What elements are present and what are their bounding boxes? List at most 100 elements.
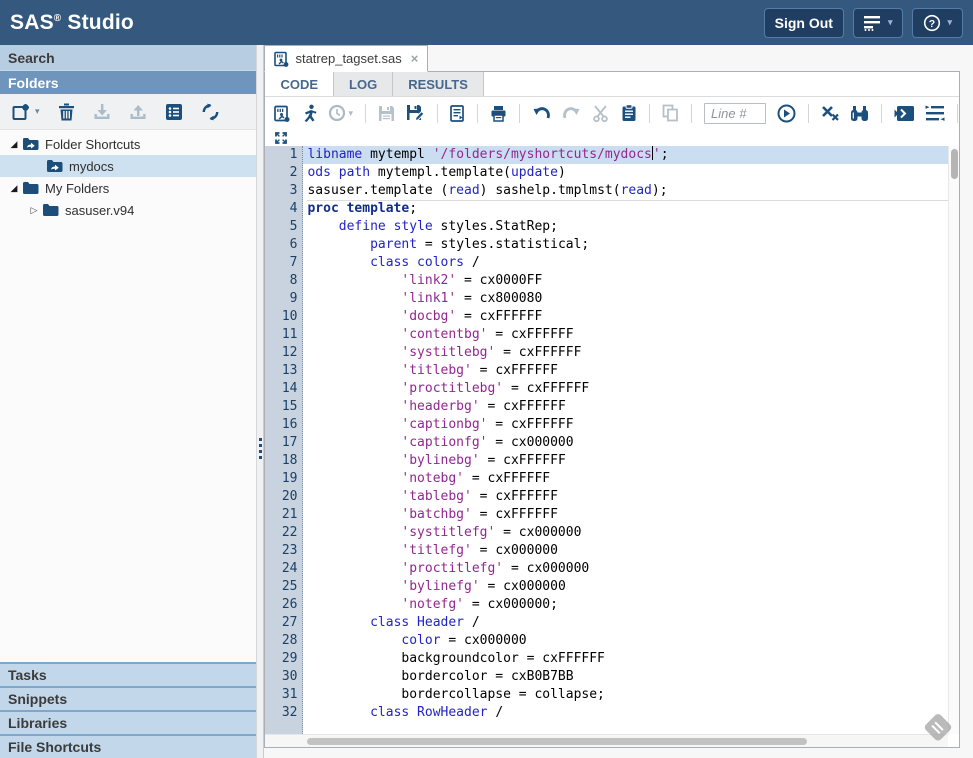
code-line-21[interactable]: 'batchbg' = cxFFFFFF xyxy=(307,506,948,524)
properties-button[interactable] xyxy=(165,103,183,121)
copy-button[interactable] xyxy=(662,104,679,122)
code-line-28[interactable]: color = cx000000 xyxy=(307,632,948,650)
submission-history-button[interactable]: ▾ xyxy=(328,104,353,122)
program-icon xyxy=(274,51,289,67)
redo-button[interactable] xyxy=(562,105,581,122)
application-menu-button[interactable]: ▾ xyxy=(853,8,904,38)
print-preview-button[interactable] xyxy=(450,105,465,122)
vertical-scrollbar[interactable] xyxy=(948,146,959,734)
close-icon[interactable]: × xyxy=(411,51,419,66)
format-code-button[interactable] xyxy=(925,105,945,122)
upload-button[interactable] xyxy=(129,103,147,121)
tree-item-my-folders[interactable]: ◢ My Folders xyxy=(0,177,256,199)
tab-code[interactable]: CODE xyxy=(265,72,334,96)
code-line-22[interactable]: 'systitlefg' = cx000000 xyxy=(307,524,948,542)
sign-out-button[interactable]: Sign Out xyxy=(764,8,844,38)
cut-button[interactable] xyxy=(592,105,610,122)
expand-icon[interactable]: ▷ xyxy=(28,205,40,216)
code-line-23[interactable]: 'titlefg' = cx000000 xyxy=(307,542,948,560)
code-line-32[interactable]: class RowHeader / xyxy=(307,704,948,722)
code-line-26[interactable]: 'notefg' = cx000000; xyxy=(307,596,948,614)
batch-submit-icon xyxy=(894,105,914,122)
delete-button[interactable] xyxy=(58,103,75,121)
tree-item-label: Folder Shortcuts xyxy=(45,137,140,152)
tree-item-mydocs[interactable]: mydocs xyxy=(0,155,256,177)
find-replace-button[interactable] xyxy=(850,105,869,122)
section-tasks[interactable]: Tasks xyxy=(0,662,256,686)
code-line-17[interactable]: 'captionfg' = cx000000 xyxy=(307,434,948,452)
code-line-2[interactable]: ods path mytempl.template(update) xyxy=(307,164,948,182)
section-libraries[interactable]: Libraries xyxy=(0,710,256,734)
code-line-3[interactable]: sasuser.template (read) sashelp.tmplmst(… xyxy=(307,182,948,200)
horizontal-scrollbar[interactable] xyxy=(265,734,948,747)
splitter-grip-icon xyxy=(259,435,262,462)
scrollbar-thumb[interactable] xyxy=(307,738,807,745)
goto-line-button[interactable] xyxy=(777,104,796,123)
new-button[interactable]: ▾ xyxy=(12,103,40,121)
code-line-20[interactable]: 'tablebg' = cxFFFFFF xyxy=(307,488,948,506)
section-snippets[interactable]: Snippets xyxy=(0,686,256,710)
code-line-24[interactable]: 'proctitlefg' = cx000000 xyxy=(307,560,948,578)
goto-line-input[interactable] xyxy=(704,103,766,124)
save-as-button[interactable] xyxy=(406,104,425,122)
download-icon xyxy=(93,103,111,121)
run-button[interactable] xyxy=(301,104,317,122)
print-button[interactable] xyxy=(490,105,507,122)
document-tab-title: statrep_tagset.sas xyxy=(295,51,401,66)
save-button[interactable] xyxy=(378,105,395,122)
code-line-27[interactable]: class Header / xyxy=(307,614,948,632)
code-line-13[interactable]: 'titlebg' = cxFFFFFF xyxy=(307,362,948,380)
code-line-10[interactable]: 'docbg' = cxFFFFFF xyxy=(307,308,948,326)
section-search[interactable]: Search xyxy=(0,45,256,71)
folder-shortcut-icon xyxy=(46,159,63,173)
code-line-29[interactable]: backgroundcolor = cxFFFFFF xyxy=(307,650,948,668)
new-program-button[interactable] xyxy=(274,105,290,122)
code-line-8[interactable]: 'link2' = cx0000FF xyxy=(307,272,948,290)
code-line-6[interactable]: parent = styles.statistical; xyxy=(307,236,948,254)
code-line-1[interactable]: libname mytempl '/folders/myshortcuts/my… xyxy=(303,146,948,164)
code-line-11[interactable]: 'contentbg' = cxFFFFFF xyxy=(307,326,948,344)
folders-toolbar: ▾ xyxy=(0,94,256,130)
clear-code-button[interactable] xyxy=(821,105,839,122)
tab-results[interactable]: RESULTS xyxy=(393,72,484,96)
code-line-7[interactable]: class colors / xyxy=(307,254,948,272)
tree-item-sasuser-v94[interactable]: ▷ sasuser.v94 xyxy=(0,199,256,221)
code-line-19[interactable]: 'notebg' = cxFFFFFF xyxy=(307,470,948,488)
section-file-shortcuts[interactable]: File Shortcuts xyxy=(0,734,256,758)
tab-log[interactable]: LOG xyxy=(334,72,393,96)
code-lines[interactable]: libname mytempl '/folders/myshortcuts/my… xyxy=(303,146,948,734)
code-line-30[interactable]: bordercolor = cxB0B7BB xyxy=(307,668,948,686)
section-folders[interactable]: Folders xyxy=(0,71,256,94)
code-line-9[interactable]: 'link1' = cx800080 xyxy=(307,290,948,308)
tree-item-folder-shortcuts[interactable]: ◢ Folder Shortcuts xyxy=(0,133,256,155)
code-line-15[interactable]: 'headerbg' = cxFFFFFF xyxy=(307,398,948,416)
undo-button[interactable] xyxy=(532,105,551,122)
help-menu-button[interactable]: ? ▾ xyxy=(912,8,963,38)
code-line-18[interactable]: 'bylinebg' = cxFFFFFF xyxy=(307,452,948,470)
toolbar-divider xyxy=(957,104,958,123)
scrollbar-thumb[interactable] xyxy=(951,149,958,179)
batch-submit-button[interactable] xyxy=(894,105,914,122)
delete-icon xyxy=(58,103,75,121)
code-line-4[interactable]: proc template; xyxy=(307,200,948,218)
maximize-editor-button[interactable] xyxy=(275,132,287,144)
pane-splitter[interactable] xyxy=(256,45,264,758)
new-icon xyxy=(12,103,32,121)
code-line-12[interactable]: 'systitlebg' = cxFFFFFF xyxy=(307,344,948,362)
code-line-5[interactable]: define style styles.StatRep; xyxy=(307,218,948,236)
toolbar-divider xyxy=(437,104,438,123)
code-toolbar: ▾ xyxy=(265,97,959,129)
collapse-icon[interactable]: ◢ xyxy=(8,183,20,194)
code-editor[interactable]: 1234567891011121314151617181920212223242… xyxy=(265,146,959,734)
paste-button[interactable] xyxy=(621,104,637,122)
collapse-icon[interactable]: ◢ xyxy=(8,139,20,150)
code-line-16[interactable]: 'captionbg' = cxFFFFFF xyxy=(307,416,948,434)
code-line-31[interactable]: bordercollapse = collapse; xyxy=(307,686,948,704)
code-line-25[interactable]: 'bylinefg' = cx000000 xyxy=(307,578,948,596)
refresh-button[interactable] xyxy=(201,103,220,121)
toolbar-divider xyxy=(477,104,478,123)
download-button[interactable] xyxy=(93,103,111,121)
resize-grip-icon[interactable] xyxy=(921,711,955,745)
document-tab[interactable]: statrep_tagset.sas × xyxy=(264,45,428,72)
code-line-14[interactable]: 'proctitlebg' = cxFFFFFF xyxy=(307,380,948,398)
